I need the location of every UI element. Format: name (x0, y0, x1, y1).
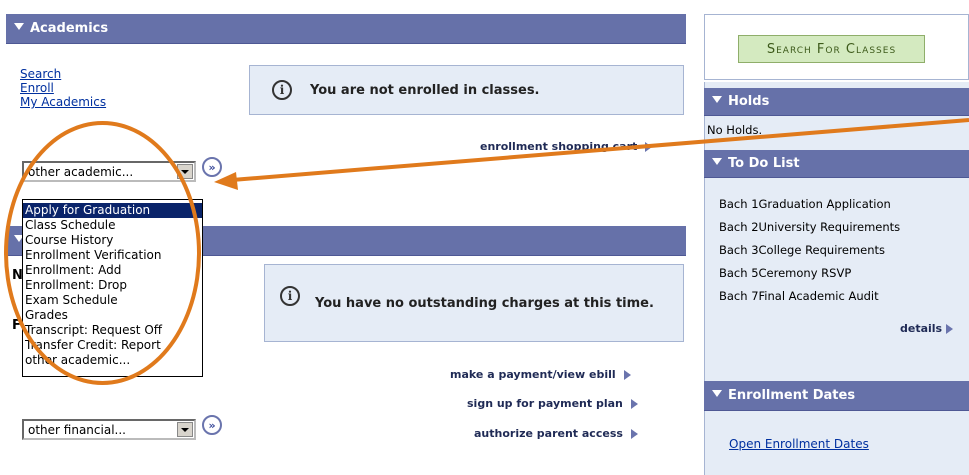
no-charges-message-box: i You have no outstanding charges at thi… (264, 264, 684, 342)
dropdown-option[interactable]: Enrollment: Drop (23, 278, 202, 293)
chevron-down-icon[interactable] (177, 422, 193, 437)
academic-go-button[interactable]: » (202, 157, 222, 177)
academic-select[interactable]: other academic... (22, 161, 196, 182)
payment-plan-link[interactable]: sign up for payment plan (467, 397, 638, 410)
dropdown-option[interactable]: Apply for Graduation (23, 203, 202, 218)
make-payment-link[interactable]: make a payment/view ebill (450, 368, 631, 381)
dropdown-option[interactable]: Class Schedule (23, 218, 202, 233)
arrow-right-icon (630, 428, 638, 439)
enrollment-dates-header: Enrollment Dates (704, 381, 969, 411)
todo-header-label: To Do List (728, 156, 800, 171)
authorize-parent-link[interactable]: authorize parent access (474, 427, 638, 440)
todo-item[interactable]: Bach 1Graduation Application (719, 193, 900, 216)
dropdown-option[interactable]: Transfer Credit: Report (23, 338, 202, 353)
search-link[interactable]: Search (20, 67, 106, 81)
collapse-triangle-icon[interactable] (14, 23, 24, 30)
open-enrollment-dates-link[interactable]: Open Enrollment Dates (729, 437, 869, 451)
collapse-triangle-icon[interactable] (712, 158, 722, 165)
financial-select[interactable]: other financial... (22, 419, 196, 440)
enrollment-shopping-cart-link[interactable]: enrollment shopping cart (480, 140, 653, 153)
dropdown-option[interactable]: Enrollment Verification (23, 248, 202, 263)
todo-item[interactable]: Bach 2University Requirements (719, 216, 900, 239)
arrow-right-icon (645, 141, 653, 152)
not-enrolled-message-box: i You are not enrolled in classes. (249, 65, 684, 115)
holds-header-label: Holds (728, 94, 770, 109)
todo-item[interactable]: Bach 3College Requirements (719, 239, 900, 262)
my-academics-link[interactable]: My Academics (20, 95, 106, 109)
search-for-classes-label: Search For Classes (766, 41, 897, 57)
not-enrolled-text: You are not enrolled in classes. (310, 82, 540, 98)
todo-item[interactable]: Bach 7Final Academic Audit (719, 285, 900, 308)
enrollment-dates-header-label: Enrollment Dates (728, 388, 856, 403)
dropdown-option[interactable]: Transcript: Request Off (23, 323, 202, 338)
academics-header-label: Academics (30, 21, 109, 36)
dropdown-option[interactable]: Grades (23, 308, 202, 323)
search-classes-box: Search For Classes (704, 14, 969, 80)
finances-partial-letter-f: F (12, 318, 21, 333)
todo-item[interactable]: Bach 5Ceremony RSVP (719, 262, 900, 285)
dropdown-option[interactable]: Exam Schedule (23, 293, 202, 308)
payment-plan-label: sign up for payment plan (467, 397, 623, 410)
enroll-link[interactable]: Enroll (20, 81, 106, 95)
make-payment-label: make a payment/view ebill (450, 368, 616, 381)
holds-header: Holds (704, 88, 969, 116)
collapse-triangle-icon[interactable] (712, 96, 722, 103)
academic-select-value: other academic... (28, 164, 134, 179)
authorize-parent-label: authorize parent access (474, 427, 623, 440)
todo-details-label: details (900, 322, 943, 335)
financial-go-button[interactable]: » (202, 415, 222, 435)
info-icon: i (272, 80, 292, 100)
arrow-right-icon (623, 369, 631, 380)
todo-list: Bach 1Graduation Application Bach 2Unive… (719, 193, 900, 308)
academic-dropdown-list[interactable]: Apply for Graduation Class Schedule Cour… (22, 199, 203, 377)
dropdown-option[interactable]: Enrollment: Add (23, 263, 202, 278)
collapse-triangle-icon[interactable] (712, 390, 722, 397)
dropdown-option[interactable]: other academic... (23, 353, 202, 368)
search-for-classes-button[interactable]: Search For Classes (738, 35, 925, 63)
arrow-right-icon (946, 323, 954, 334)
chevron-down-icon[interactable] (177, 164, 193, 179)
todo-header: To Do List (704, 150, 969, 178)
info-icon: i (280, 286, 300, 306)
shopping-cart-label: enrollment shopping cart (480, 140, 638, 153)
dropdown-option[interactable]: Course History (23, 233, 202, 248)
todo-details-link[interactable]: details (900, 322, 954, 335)
holds-text: No Holds. (707, 123, 763, 137)
academics-links: Search Enroll My Academics (20, 67, 106, 109)
no-charges-text: You have no outstanding charges at this … (315, 295, 654, 311)
academics-header: Academics (6, 14, 686, 44)
financial-select-value: other financial... (28, 422, 126, 437)
arrow-right-icon (630, 398, 638, 409)
